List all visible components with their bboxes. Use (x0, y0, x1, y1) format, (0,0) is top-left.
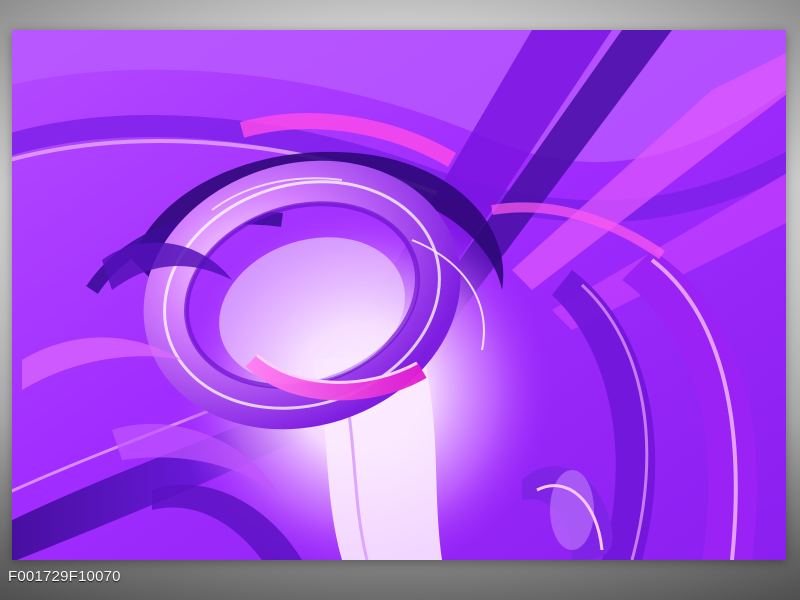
product-code-label: F001729F10070 (8, 568, 121, 585)
artwork-canvas (12, 30, 786, 560)
abstract-purple-artwork (12, 30, 786, 560)
